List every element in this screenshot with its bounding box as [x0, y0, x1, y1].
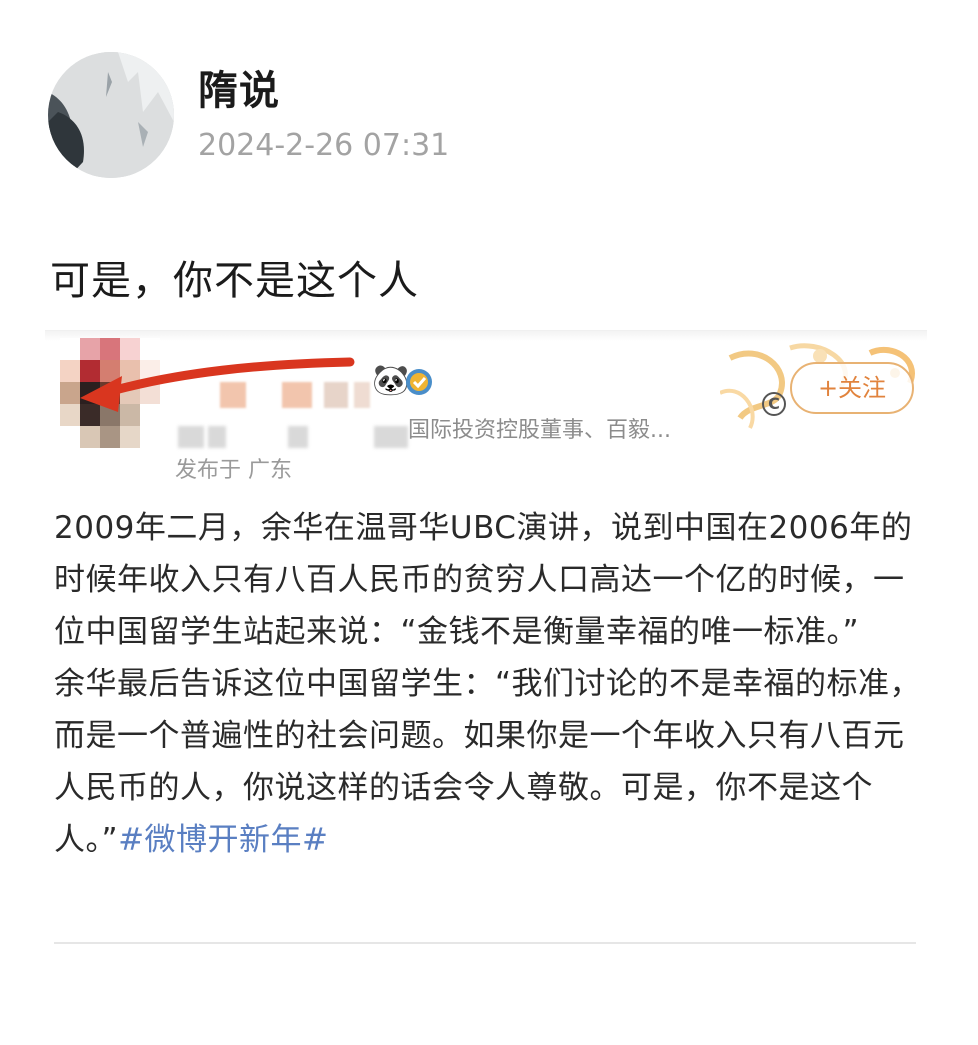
- verified-badge-icon: [406, 369, 432, 395]
- hashtag-link[interactable]: #微博开新年#: [118, 822, 328, 858]
- quoted-meta-blurred: [178, 426, 408, 450]
- author-name[interactable]: 隋说: [198, 58, 280, 116]
- author-avatar[interactable]: [48, 52, 174, 178]
- post-timestamp: 2024-2-26 07:31: [198, 128, 450, 163]
- divider: [54, 942, 916, 944]
- quoted-author-description: 国际投资控股董事、百毅...: [408, 418, 671, 443]
- panda-icon: 🐼: [372, 363, 410, 398]
- quoted-paragraph-2: 余华最后告诉这位中国留学生：“我们讨论的不是幸福的标准，而是一个普遍性的社会问题…: [54, 658, 924, 866]
- quoted-author-name-blurred: [220, 382, 370, 410]
- follow-button[interactable]: +关注: [790, 362, 914, 414]
- post-text: 可是，你不是这个人: [50, 258, 419, 304]
- avatar-image: [48, 52, 174, 178]
- quoted-paragraph-1: 2009年二月，余华在温哥华UBC演讲，说到中国在2006年的时候年收入只有八百…: [54, 510, 913, 650]
- quoted-post-body: 2009年二月，余华在温哥华UBC演讲，说到中国在2006年的时候年收入只有八百…: [54, 502, 924, 866]
- copyright-icon: C: [762, 392, 786, 416]
- quoted-location: 发布于 广东: [175, 458, 292, 483]
